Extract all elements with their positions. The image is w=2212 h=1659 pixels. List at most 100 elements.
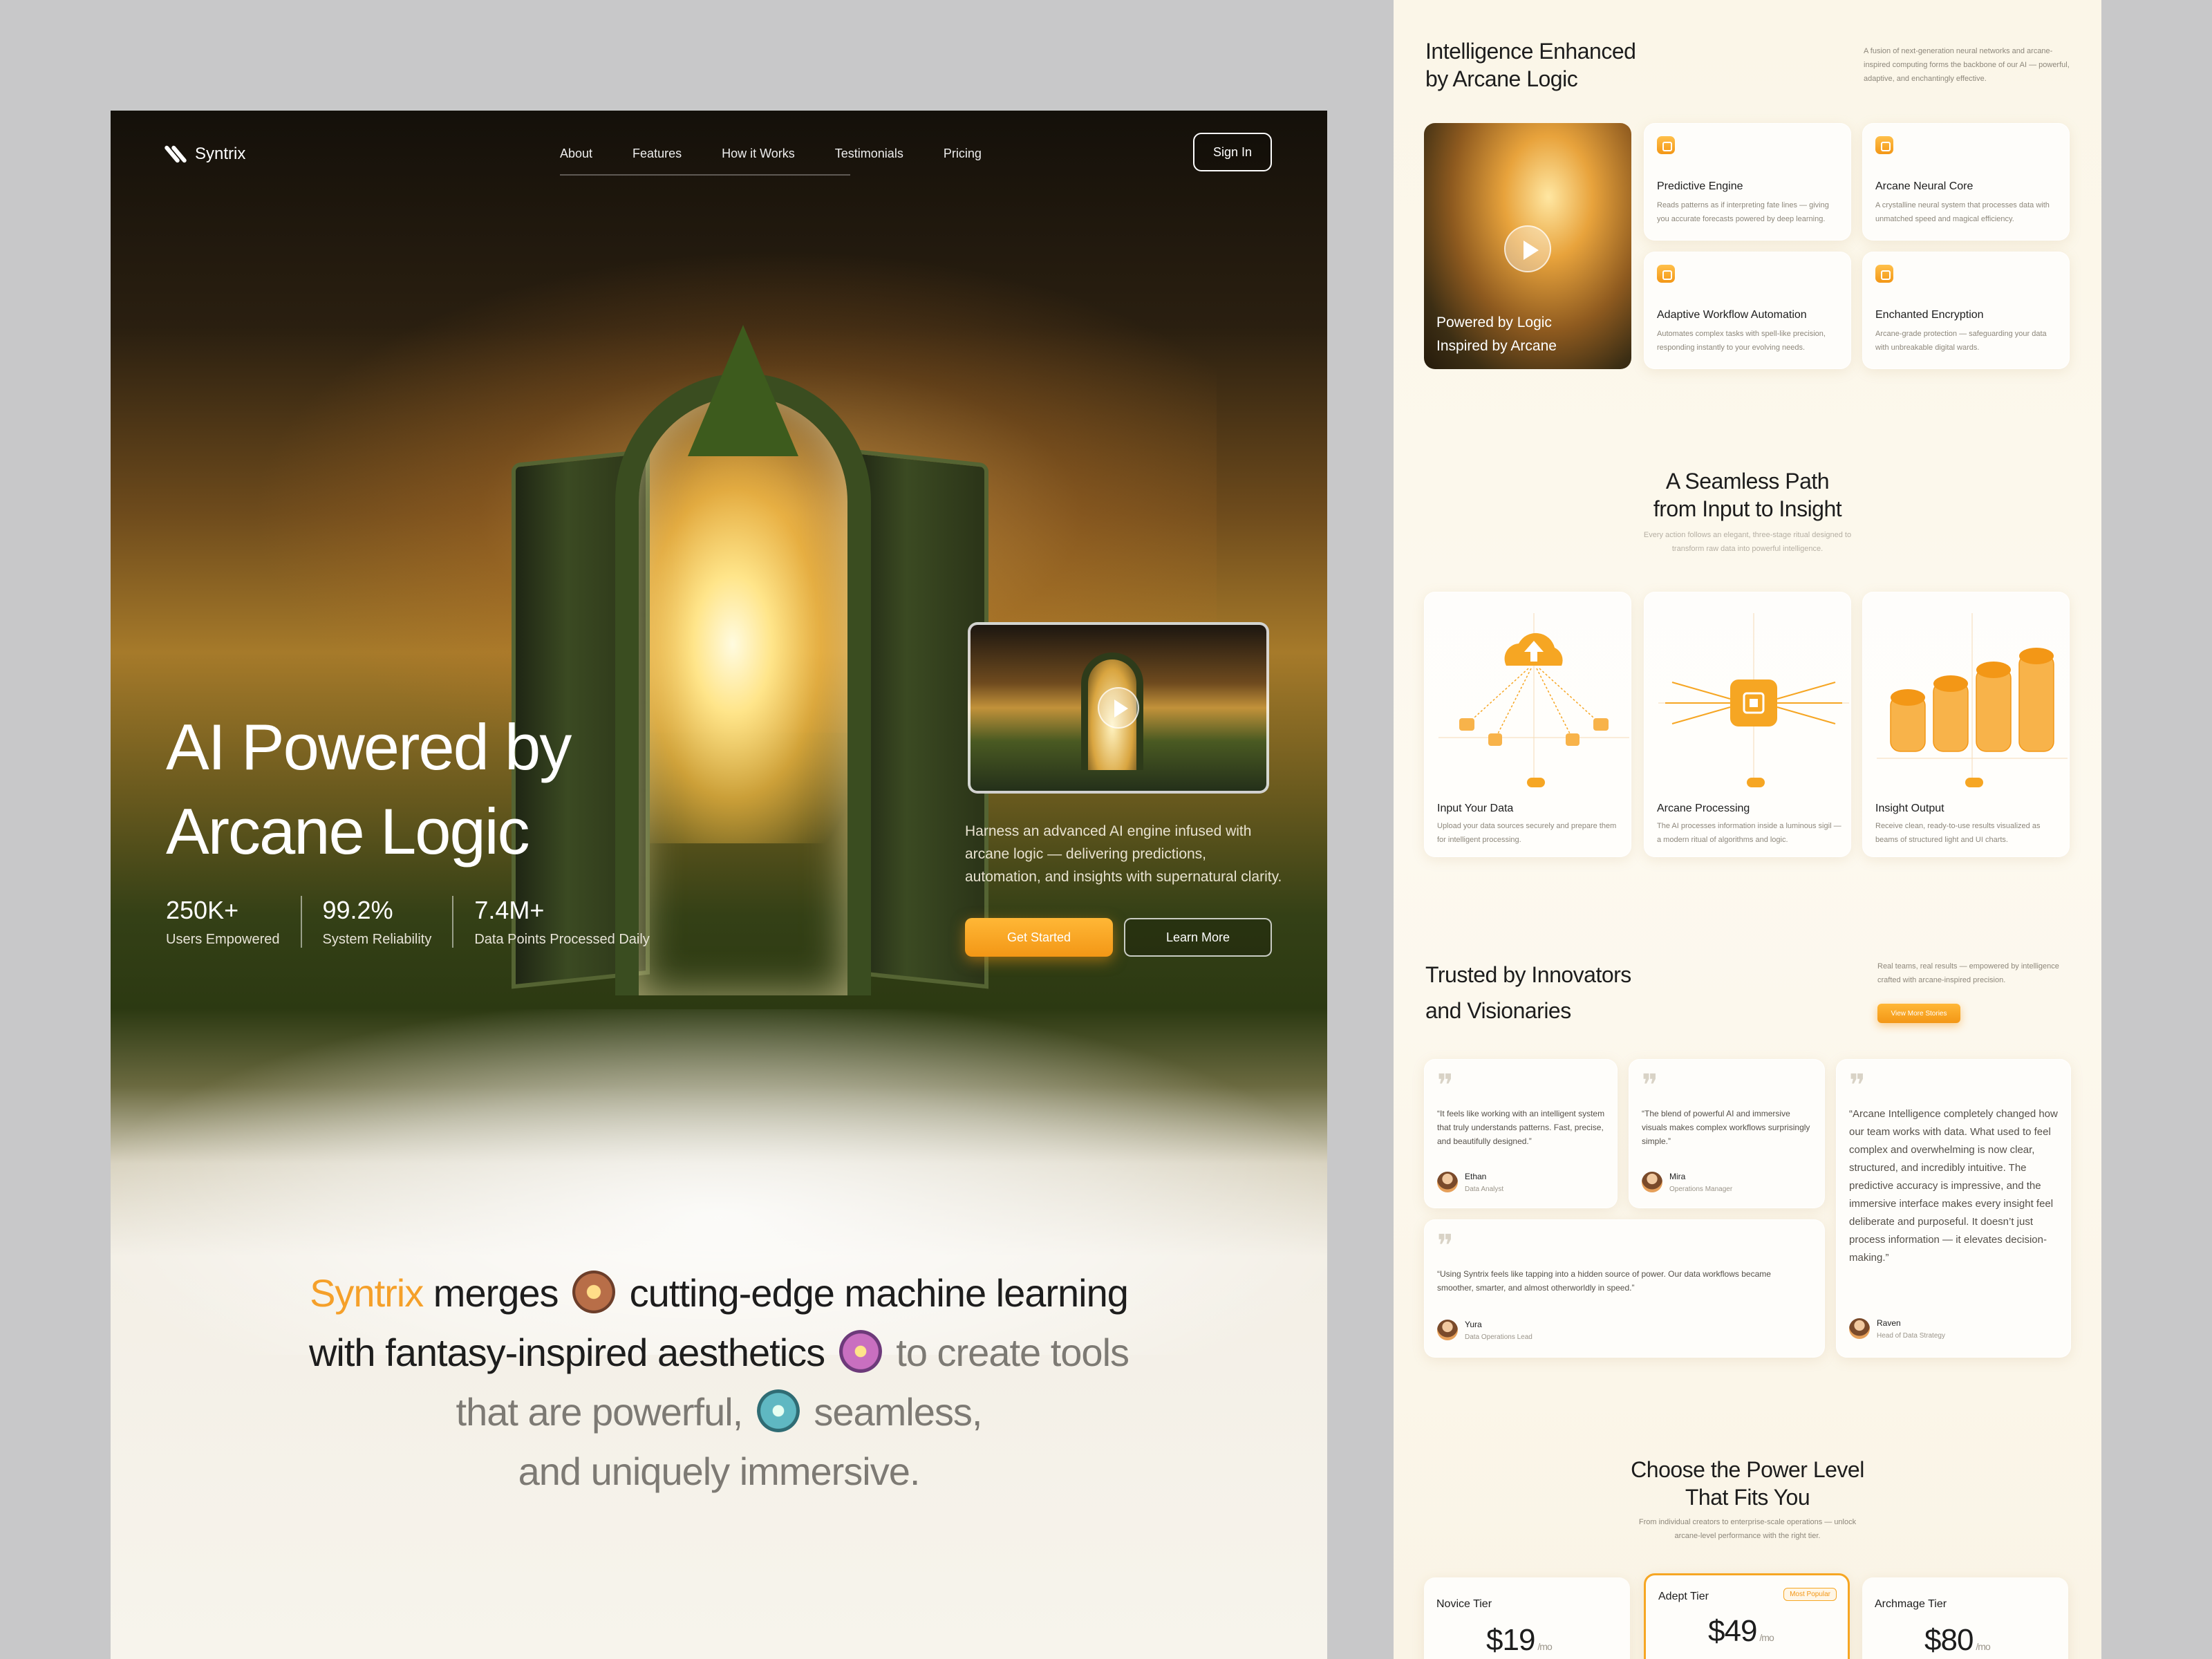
feature-title: Arcane Neural Core [1875,180,1974,192]
testimonial-quote: “The blend of powerful AI and immersive … [1642,1109,1810,1146]
manifesto-fragment: merges [423,1271,569,1315]
pricing-card-novice[interactable]: Novice Tier $19/mo [1424,1577,1630,1659]
features-heading-line1: Intelligence Enhanced [1425,39,1636,64]
crystal-icon [1875,136,1893,154]
nav-item-how-it-works[interactable]: How it Works [722,147,795,161]
feature-card-neural-core[interactable]: Arcane Neural Core A crystalline neural … [1862,123,2070,241]
step-desc: Receive clean, ready-to-use results visu… [1875,822,2041,844]
pricing-heading: Choose the Power Level That Fits You [1394,1456,2101,1511]
stat-label: Users Empowered [166,932,280,947]
step-card-output[interactable]: Insight Output Receive clean, ready-to-u… [1862,592,2070,857]
price-value: $19 [1486,1623,1535,1657]
manifesto-fragment: cutting-edge machine learning [619,1271,1129,1315]
testimonial-role: Data Analyst [1465,1185,1504,1193]
play-icon[interactable] [1504,225,1551,272]
pricing-heading-line1: Choose the Power Level [1631,1457,1864,1482]
learn-more-button[interactable]: Learn More [1124,918,1272,957]
nav-underline [560,174,850,176]
testimonial-name: Ethan [1465,1172,1487,1181]
price-value: $49 [1708,1614,1757,1648]
tier-price: $80/mo [1924,1623,1991,1658]
feature-card-workflow-automation[interactable]: Adaptive Workflow Automation Automates c… [1644,252,1851,369]
workflow-icon [1657,265,1675,283]
logo[interactable]: Syntrix [164,144,246,165]
stat-users: 250K+ Users Empowered [166,896,302,948]
manifesto-line1: Syntrix merges cutting-edge machine lear… [249,1264,1189,1323]
manifesto-fragment: seamless, [803,1390,982,1434]
testimonial-name: Raven [1877,1318,1901,1328]
portal-spire [688,325,798,456]
testimonial-quote: “Using Syntrix feels like tapping into a… [1437,1269,1771,1293]
steps-heading-line1: A Seamless Path [1665,469,1830,494]
price-period: /mo [1976,1641,1990,1652]
manifesto-fragment: that are powerful, [456,1390,753,1434]
flame-icon [1657,136,1675,154]
nav-item-features[interactable]: Features [632,147,682,161]
chip-icon [1658,613,1849,779]
avatar [1437,1172,1458,1192]
logo-icon [164,144,187,165]
manifesto-text: Syntrix merges cutting-edge machine lear… [249,1264,1189,1501]
nav-item-testimonials[interactable]: Testimonials [835,147,903,161]
testimonials-heading-line1: Trusted by Innovators [1425,962,1631,987]
testimonial-quote: “Arcane Intelligence completely changed … [1849,1108,2058,1264]
feature-title: Enchanted Encryption [1875,309,1984,321]
get-started-button[interactable]: Get Started [965,918,1113,957]
testimonial-name: Mira [1669,1172,1686,1181]
stat-value: 99.2% [322,896,393,924]
feature-title: Predictive Engine [1657,180,1743,192]
view-more-stories-button[interactable]: View More Stories [1877,1004,1960,1023]
stat-reliability: 99.2% System Reliability [323,896,454,948]
stat-value: 250K+ [166,896,239,924]
sections-panel: Intelligence Enhanced by Arcane Logic A … [1394,0,2101,1659]
step-card-input[interactable]: Input Your Data Upload your data sources… [1424,592,1631,857]
hero-title-line2: Arcane Logic [166,795,530,868]
feature-desc: Reads patterns as if interpreting fate l… [1657,201,1829,223]
hero-stats: 250K+ Users Empowered 99.2% System Relia… [166,896,691,948]
testimonials-heading-line2: and Visionaries [1425,998,1571,1023]
testimonial-card: ❞ “It feels like working with an intelli… [1424,1059,1618,1208]
price-period: /mo [1759,1632,1774,1643]
sign-in-button[interactable]: Sign In [1193,133,1272,171]
video-caption-line1: Powered by Logic [1436,315,1552,330]
step-desc: The AI processes information inside a lu… [1657,822,1841,844]
nav-links: About Features How it Works Testimonials… [560,147,982,161]
manifesto-line3: that are powerful, seamless, [249,1382,1189,1442]
brand-name: Syntrix [195,144,246,163]
video-caption-line2: Inspired by Arcane [1436,338,1557,354]
pricing-intro: From individual creators to enterprise-s… [1638,1518,1857,1540]
features-heading-line2: by Arcane Logic [1425,66,1578,91]
quote-icon: ❞ [1642,1068,1658,1103]
testimonial-role: Operations Manager [1669,1185,1733,1193]
lotus-icon [838,1330,882,1374]
step-card-processing[interactable]: Arcane Processing The AI processes infor… [1644,592,1851,857]
manifesto-fragment: with fantasy-inspired aesthetics [308,1331,835,1374]
feature-desc: A crystalline neural system that process… [1875,201,2050,223]
testimonial-card-featured: ❞ “Arcane Intelligence completely change… [1836,1059,2071,1358]
feature-card-predictive-engine[interactable]: Predictive Engine Reads patterns as if i… [1644,123,1851,241]
stat-label: Data Points Processed Daily [474,932,650,947]
avatar [1849,1318,1870,1339]
cloud-upload-icon [1438,613,1629,779]
nav-item-about[interactable]: About [560,147,592,161]
testimonial-role: Data Operations Lead [1465,1333,1533,1341]
pricing-card-adept[interactable]: Adept Tier Most Popular $49/mo [1644,1573,1850,1659]
manifesto-brand: Syntrix [310,1271,424,1315]
testimonial-quote: “It feels like working with an intellige… [1437,1109,1605,1146]
step-desc: Upload your data sources securely and pr… [1437,822,1617,844]
price-period: /mo [1537,1641,1552,1652]
feature-card-encryption[interactable]: Enchanted Encryption Arcane-grade protec… [1862,252,2070,369]
nav-item-pricing[interactable]: Pricing [944,147,982,161]
manifesto-fragment: and uniquely immersive. [518,1450,921,1493]
pricing-card-archmage[interactable]: Archmage Tier $80/mo [1862,1577,2068,1659]
manifesto-line4: and uniquely immersive. [249,1442,1189,1501]
hero-video-thumbnail[interactable] [968,622,1269,794]
step-title: Input Your Data [1437,803,1514,814]
shield-icon [1875,265,1893,283]
quote-icon: ❞ [1437,1228,1454,1264]
play-icon[interactable] [1098,687,1139,729]
top-nav: Syntrix About Features How it Works Test… [164,131,1272,180]
flower-icon [572,1271,616,1314]
quote-icon: ❞ [1849,1068,1866,1103]
features-video[interactable]: Powered by Logic Inspired by Arcane [1424,123,1631,369]
